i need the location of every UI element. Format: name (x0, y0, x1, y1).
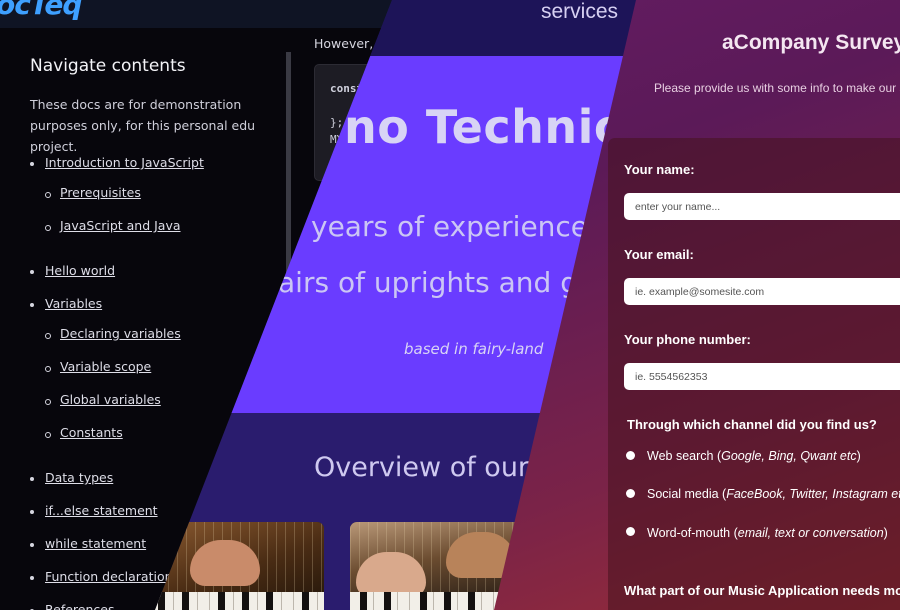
radio-word-of-mouth[interactable] (626, 527, 635, 536)
radio-label-word-of-mouth: Word-of-mouth (email, text or conversati… (647, 526, 888, 540)
phone-input[interactable] (624, 363, 900, 390)
hero-line-experience: years of experience in (311, 210, 623, 243)
phone-label: Your phone number: (624, 332, 751, 347)
survey-title: aCompany Survey (722, 31, 900, 54)
toc-subitem-link[interactable]: Constants (60, 425, 123, 440)
services-overview-title: Overview of our s (314, 452, 552, 483)
toc-subitem-bullet (45, 366, 51, 372)
toc-item-link[interactable]: References (45, 602, 114, 610)
toc-subitem-bullet (45, 192, 51, 198)
docs-logo[interactable]: ocTeq (0, 0, 82, 21)
nav-intro: These docs are for demonstration purpose… (30, 97, 256, 154)
toc-item-link[interactable]: if...else statement (45, 503, 158, 518)
toc-item-link[interactable]: Introduction to JavaScript (45, 155, 204, 170)
channel-label: Through which channel did you find us? (627, 417, 877, 432)
toc-item-bullet (30, 162, 34, 166)
toc-item-bullet (30, 510, 34, 514)
toc-item-link[interactable]: Variables (45, 296, 102, 311)
hero-tagline: based in fairy-land (404, 340, 544, 358)
toc-item-bullet (30, 303, 34, 307)
survey-description: Please provide us with some info to make… (654, 81, 900, 95)
toc-subitem-bullet (45, 399, 51, 405)
toc-item-bullet (30, 543, 34, 547)
toc-subitem-link[interactable]: Variable scope (60, 359, 151, 374)
name-label: Your name: (624, 162, 695, 177)
code-line: }; (330, 116, 344, 129)
toc-item-link[interactable]: Data types (45, 470, 113, 485)
piano-keys (155, 592, 324, 610)
toc-item-link[interactable]: Hello world (45, 263, 115, 278)
hero-line-pianos: airs of uprights and gra (278, 266, 607, 299)
toc-subitem-bullet (45, 225, 51, 231)
radio-label-social-media: Social media (FaceBook, Twitter, Instagr… (647, 487, 900, 501)
toc-item-bullet (30, 270, 34, 274)
radio-social-media[interactable] (626, 489, 635, 498)
radio-web-search[interactable] (626, 451, 635, 460)
toc-subitem-bullet (45, 432, 51, 438)
nav-link-services[interactable]: services (541, 0, 618, 24)
music-app-label: What part of our Music Application needs… (624, 583, 900, 598)
toc-item-link[interactable]: while statement (45, 536, 146, 551)
radio-label-web-search: Web search (Google, Bing, Qwant etc) (647, 449, 861, 463)
hand (190, 540, 260, 586)
name-input[interactable] (624, 193, 900, 220)
nav-title: Navigate contents (30, 56, 186, 76)
toc-subitem-link[interactable]: Global variables (60, 392, 161, 407)
toc-subitem-bullet (45, 333, 51, 339)
email-input[interactable] (624, 278, 900, 305)
email-label: Your email: (624, 247, 694, 262)
toc-subitem-link[interactable]: Declaring variables (60, 326, 181, 341)
toc-item-bullet (30, 576, 34, 580)
toc-item-link[interactable]: Function declarations (45, 569, 179, 584)
toc-subitem-link[interactable]: JavaScript and Java (60, 218, 181, 233)
toc-item-bullet (30, 477, 34, 481)
toc-subitem-link[interactable]: Prerequisites (60, 185, 141, 200)
